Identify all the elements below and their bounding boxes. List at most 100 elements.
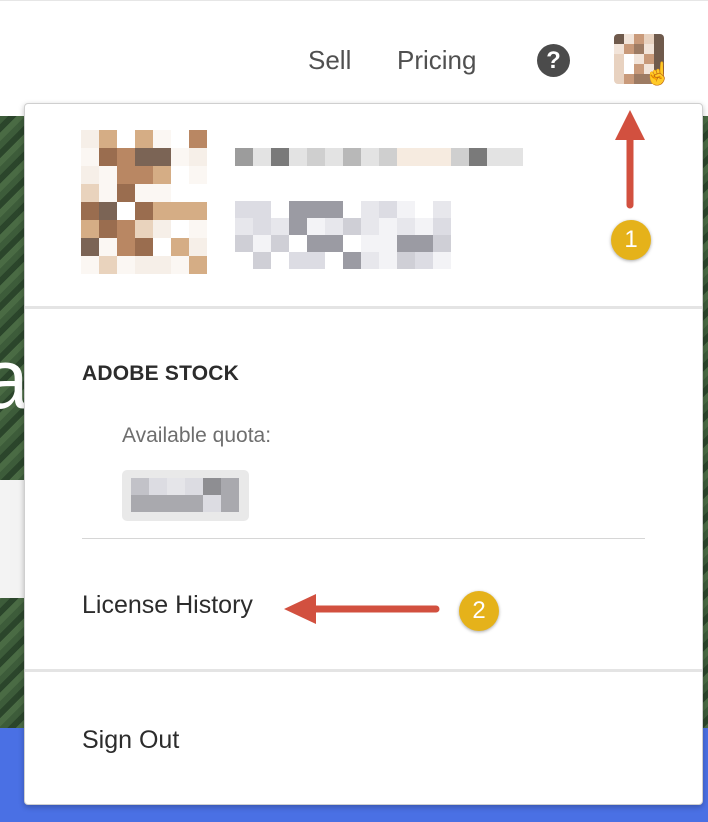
redaction-pixel bbox=[271, 252, 289, 269]
redaction-pixel bbox=[325, 201, 343, 218]
redaction-pixel bbox=[171, 238, 189, 256]
redaction-pixel bbox=[171, 256, 189, 274]
redaction-pixel bbox=[135, 130, 153, 148]
redaction-pixel bbox=[307, 201, 325, 218]
profile-section bbox=[25, 104, 702, 306]
redaction-pixel bbox=[624, 64, 634, 74]
profile-name-redacted bbox=[235, 148, 523, 166]
redaction-pixel bbox=[99, 202, 117, 220]
redaction-pixel bbox=[634, 74, 644, 84]
redaction-pixel bbox=[433, 148, 451, 166]
redaction-pixel bbox=[171, 130, 189, 148]
redaction-pixel bbox=[253, 235, 271, 252]
redaction-pixel bbox=[325, 218, 343, 235]
redaction-pixel bbox=[99, 130, 117, 148]
redaction-pixel bbox=[361, 252, 379, 269]
redaction-pixel bbox=[235, 218, 253, 235]
redaction-pixel bbox=[131, 478, 149, 495]
redaction-pixel bbox=[153, 202, 171, 220]
redaction-pixel bbox=[415, 252, 433, 269]
redaction-pixel bbox=[253, 218, 271, 235]
redaction-pixel bbox=[189, 166, 207, 184]
redaction-pixel bbox=[397, 201, 415, 218]
redaction-pixel bbox=[81, 256, 99, 274]
redaction-pixel bbox=[167, 478, 185, 495]
redaction-pixel bbox=[634, 54, 644, 64]
redaction-pixel bbox=[189, 148, 207, 166]
redaction-pixel bbox=[469, 148, 487, 166]
redaction-pixel bbox=[433, 201, 451, 218]
redaction-pixel bbox=[117, 220, 135, 238]
redaction-pixel bbox=[343, 201, 361, 218]
redaction-pixel bbox=[379, 252, 397, 269]
redaction-pixel bbox=[149, 495, 167, 512]
redaction-pixel bbox=[149, 478, 167, 495]
section-title: ADOBE STOCK bbox=[82, 362, 239, 385]
redaction-pixel bbox=[171, 220, 189, 238]
question-circle-icon[interactable]: ? bbox=[537, 44, 570, 77]
redaction-pixel bbox=[379, 201, 397, 218]
redaction-pixel bbox=[99, 184, 117, 202]
redaction-pixel bbox=[634, 34, 644, 44]
redaction-pixel bbox=[307, 235, 325, 252]
redaction-pixel bbox=[235, 235, 253, 252]
redaction-pixel bbox=[171, 184, 189, 202]
redaction-pixel bbox=[153, 256, 171, 274]
redaction-pixel bbox=[289, 252, 307, 269]
redaction-pixel bbox=[81, 184, 99, 202]
profile-email-redacted bbox=[235, 201, 451, 269]
redaction-pixel bbox=[81, 148, 99, 166]
redaction-pixel bbox=[131, 495, 149, 512]
nav-pricing-link[interactable]: Pricing bbox=[397, 45, 476, 76]
redaction-pixel bbox=[221, 478, 239, 495]
redaction-pixel bbox=[189, 256, 207, 274]
redaction-pixel bbox=[397, 235, 415, 252]
sign-out-link[interactable]: Sign Out bbox=[82, 726, 179, 755]
quota-value-redacted bbox=[122, 470, 249, 521]
redaction-pixel bbox=[307, 148, 325, 166]
redaction-pixel bbox=[343, 148, 361, 166]
redaction-pixel bbox=[343, 235, 361, 252]
redaction-pixel bbox=[135, 184, 153, 202]
redaction-pixel bbox=[397, 218, 415, 235]
redaction-pixel bbox=[271, 235, 289, 252]
redaction-pixel bbox=[505, 148, 523, 166]
redaction-pixel bbox=[415, 218, 433, 235]
redaction-pixel bbox=[135, 166, 153, 184]
divider bbox=[25, 306, 702, 309]
redaction-pixel bbox=[325, 235, 343, 252]
redaction-pixel bbox=[433, 252, 451, 269]
hand-pointer-icon: ☝ bbox=[644, 61, 672, 86]
redaction-pixel bbox=[624, 34, 634, 44]
redaction-pixel bbox=[153, 148, 171, 166]
redaction-pixel bbox=[624, 74, 634, 84]
quota-label: Available quota: bbox=[122, 424, 272, 447]
redaction-pixel bbox=[235, 201, 253, 218]
top-navigation-bar: Sell Pricing ? ☝ bbox=[0, 0, 708, 117]
redaction-pixel bbox=[185, 478, 203, 495]
redaction-pixel bbox=[235, 148, 253, 166]
redaction-pixel bbox=[307, 252, 325, 269]
redaction-pixel bbox=[81, 238, 99, 256]
redaction-pixel bbox=[99, 166, 117, 184]
redaction-pixel bbox=[235, 252, 253, 269]
nav-sell-link[interactable]: Sell bbox=[308, 45, 351, 76]
redaction-pixel bbox=[117, 130, 135, 148]
redaction-pixel bbox=[614, 44, 624, 54]
redaction-pixel bbox=[221, 495, 239, 512]
license-history-link[interactable]: License History bbox=[82, 591, 253, 620]
redaction-pixel bbox=[99, 256, 117, 274]
redaction-pixel bbox=[634, 44, 644, 54]
redaction-pixel bbox=[135, 238, 153, 256]
redaction-pixel bbox=[99, 238, 117, 256]
redaction-pixel bbox=[361, 201, 379, 218]
redaction-pixel bbox=[135, 202, 153, 220]
redaction-pixel bbox=[487, 148, 505, 166]
redaction-pixel bbox=[614, 74, 624, 84]
redaction-pixel bbox=[189, 238, 207, 256]
redaction-pixel bbox=[271, 148, 289, 166]
redaction-pixel bbox=[189, 130, 207, 148]
redaction-pixel bbox=[135, 148, 153, 166]
redaction-pixel bbox=[117, 166, 135, 184]
redaction-pixel bbox=[361, 218, 379, 235]
